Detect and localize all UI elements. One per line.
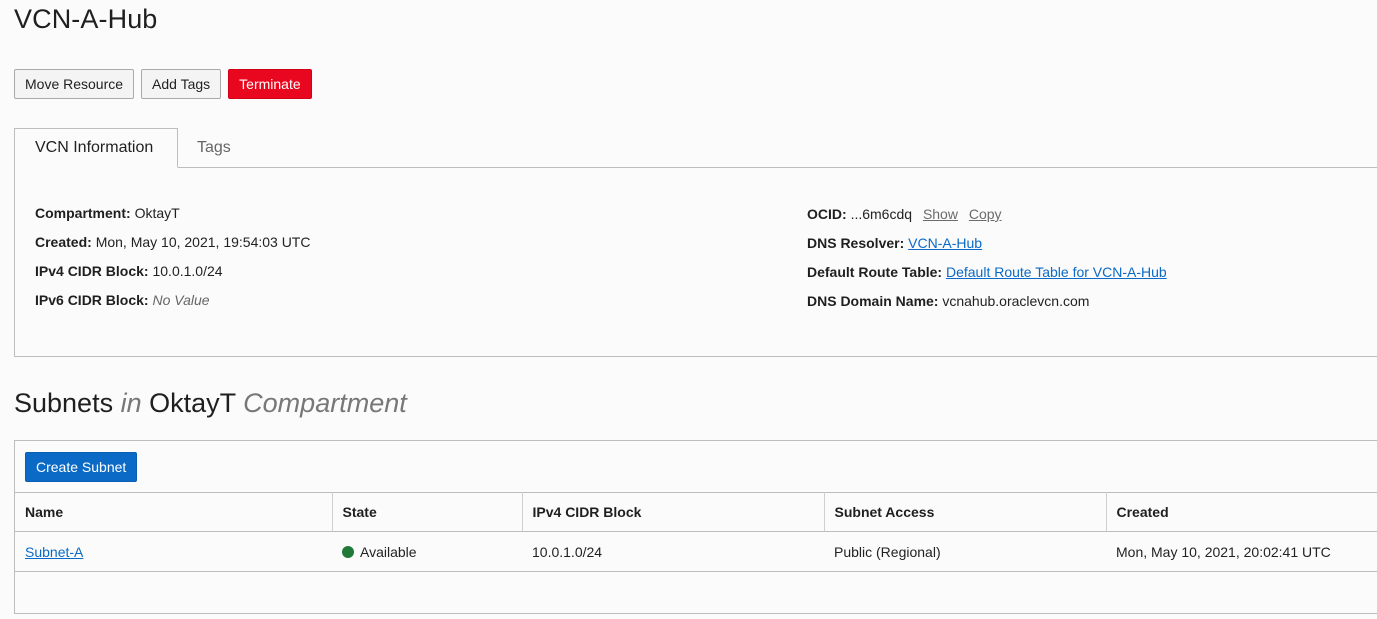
- compartment-label: Compartment:: [35, 205, 131, 221]
- vcn-info-panel: Compartment: OktayT Created: Mon, May 10…: [14, 167, 1377, 357]
- move-resource-button[interactable]: Move Resource: [14, 69, 135, 99]
- route-table-label: Default Route Table:: [807, 264, 943, 280]
- detail-tabs: VCN Information Tags: [14, 128, 1377, 168]
- create-subnet-button[interactable]: Create Subnet: [25, 452, 138, 482]
- subnets-toolbar: Create Subnet: [25, 452, 138, 482]
- ocid-copy-link[interactable]: Copy: [969, 206, 1002, 222]
- ocid-label: OCID:: [807, 206, 847, 222]
- created-value: Mon, May 10, 2021, 19:54:03 UTC: [95, 234, 311, 250]
- column-header-name[interactable]: Name: [15, 492, 333, 532]
- table-row: Subnet-A Available 10.0.1.0/24 Public (R…: [15, 531, 1377, 572]
- terminate-button[interactable]: Terminate: [228, 69, 312, 99]
- column-header-subnet-access[interactable]: Subnet Access: [824, 492, 1107, 532]
- subnet-created-cell: Mon, May 10, 2021, 20:02:41 UTC: [1106, 531, 1377, 572]
- tab-tags[interactable]: Tags: [197, 128, 231, 168]
- ipv6-value: No Value: [152, 292, 210, 308]
- dns-domain-row: DNS Domain Name: vcnahub.oraclevcn.com: [807, 293, 1089, 309]
- subnets-heading-compartment: OktayT: [149, 388, 236, 418]
- subnet-name-link[interactable]: Subnet-A: [25, 544, 83, 560]
- ipv6-label: IPv6 CIDR Block:: [35, 292, 149, 308]
- route-table-row: Default Route Table: Default Route Table…: [807, 264, 1167, 280]
- subnet-state-cell: Available: [332, 531, 522, 572]
- subnets-table-container: Create Subnet Name State IPv4 CIDR Block…: [14, 440, 1377, 614]
- ipv4-row: IPv4 CIDR Block: 10.0.1.0/24: [35, 263, 223, 279]
- column-header-state[interactable]: State: [332, 492, 523, 532]
- route-table-link[interactable]: Default Route Table for VCN-A-Hub: [946, 264, 1167, 280]
- subnet-state: Available: [360, 543, 417, 560]
- ipv4-value: 10.0.1.0/24: [152, 263, 223, 279]
- subnet-name-cell: Subnet-A: [15, 531, 332, 572]
- dns-resolver-label: DNS Resolver:: [807, 235, 905, 251]
- table-header-row: Name State IPv4 CIDR Block Subnet Access…: [15, 492, 1377, 532]
- subnet-access-cell: Public (Regional): [824, 531, 1106, 572]
- action-toolbar: Move Resource Add Tags Terminate: [14, 69, 312, 99]
- column-header-created[interactable]: Created: [1106, 492, 1377, 532]
- subnets-heading-in: in: [120, 388, 142, 418]
- dns-domain-label: DNS Domain Name:: [807, 293, 939, 309]
- compartment-value: OktayT: [134, 205, 180, 221]
- page-title: VCN-A-Hub: [14, 4, 158, 34]
- add-tags-button[interactable]: Add Tags: [141, 69, 222, 99]
- compartment-row: Compartment: OktayT: [35, 205, 180, 221]
- created-row: Created: Mon, May 10, 2021, 19:54:03 UTC: [35, 234, 310, 250]
- subnets-heading: Subnets in OktayT Compartment: [14, 388, 407, 419]
- column-header-ipv4-cidr[interactable]: IPv4 CIDR Block: [522, 492, 825, 532]
- ocid-show-link[interactable]: Show: [923, 206, 958, 222]
- dns-resolver-row: DNS Resolver: VCN-A-Hub: [807, 235, 982, 251]
- tab-vcn-information[interactable]: VCN Information: [14, 128, 178, 168]
- ocid-row: OCID: ...6m6cdq Show Copy: [807, 206, 1002, 222]
- ipv4-label: IPv4 CIDR Block:: [35, 263, 149, 279]
- subnet-cidr-cell: 10.0.1.0/24: [522, 531, 824, 572]
- dns-domain-value: vcnahub.oraclevcn.com: [942, 293, 1090, 309]
- ipv6-row: IPv6 CIDR Block: No Value: [35, 292, 210, 308]
- created-label: Created:: [35, 234, 92, 250]
- dns-resolver-link[interactable]: VCN-A-Hub: [908, 235, 982, 251]
- status-dot-icon: [342, 545, 354, 558]
- subnets-heading-suffix: Compartment: [243, 388, 407, 418]
- ocid-value: ...6m6cdq: [850, 206, 913, 222]
- vcn-details-page: VCN-A-Hub Move Resource Add Tags Termina…: [0, 0, 1377, 619]
- subnets-heading-main: Subnets: [14, 388, 114, 418]
- subnets-table: Name State IPv4 CIDR Block Subnet Access…: [15, 492, 1377, 572]
